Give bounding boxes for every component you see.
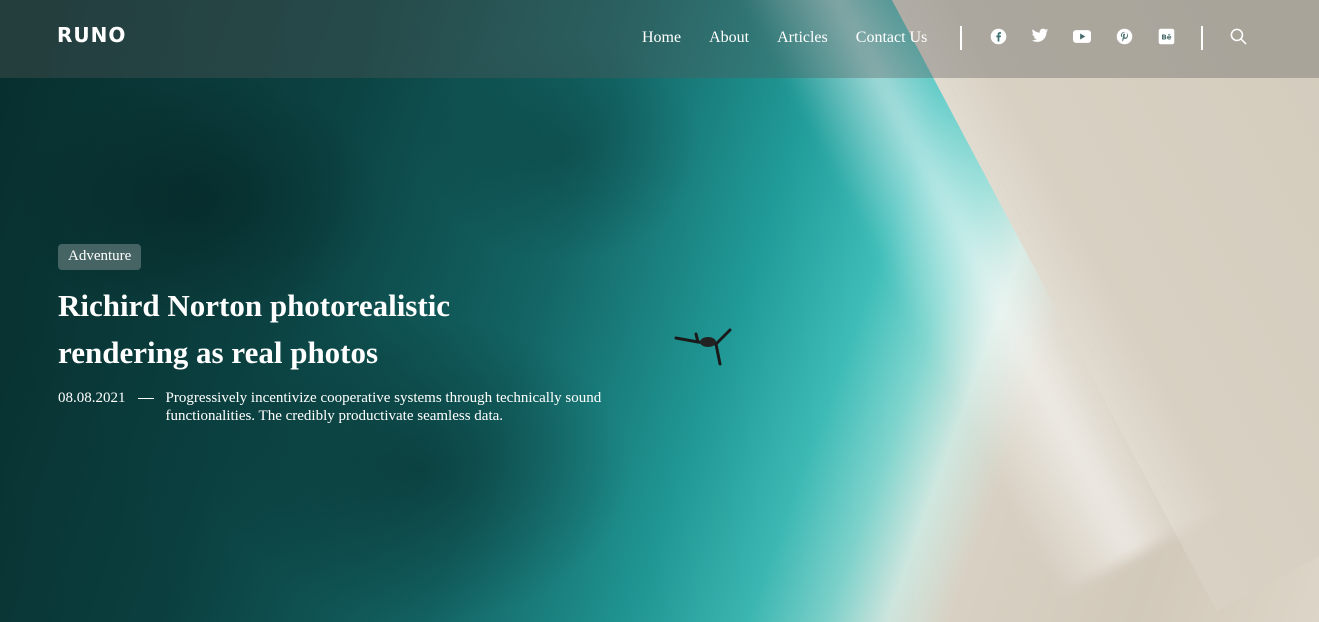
nav-articles[interactable]: Articles bbox=[777, 28, 828, 48]
pinterest-icon[interactable] bbox=[1115, 27, 1133, 45]
hero-title[interactable]: Richird Norton photorealistic rendering … bbox=[58, 282, 528, 376]
post-date: 08.08.2021 bbox=[58, 390, 126, 406]
behance-icon[interactable]: Bē bbox=[1157, 27, 1175, 45]
svg-text:Bē: Bē bbox=[1161, 32, 1171, 41]
social-links: Bē bbox=[989, 27, 1199, 45]
swimmer-figure bbox=[674, 328, 732, 366]
nav-contact-us[interactable]: Contact Us bbox=[856, 28, 928, 48]
nav-about[interactable]: About bbox=[709, 28, 749, 48]
facebook-icon[interactable] bbox=[989, 27, 1007, 45]
meta-dash bbox=[137, 398, 154, 399]
search-divider bbox=[1201, 26, 1203, 50]
search-icon[interactable] bbox=[1229, 27, 1249, 47]
twitter-icon[interactable] bbox=[1031, 27, 1049, 45]
youtube-icon[interactable] bbox=[1073, 27, 1091, 45]
nav-home[interactable]: Home bbox=[642, 28, 681, 48]
category-badge[interactable]: Adventure bbox=[58, 244, 142, 270]
nav-divider bbox=[960, 26, 962, 50]
post-excerpt: Progressively incentivize cooperative sy… bbox=[165, 390, 602, 424]
main-nav: Home About Articles Contact Us bbox=[642, 28, 955, 48]
post-meta: 08.08.2021 Progressively incentivize coo… bbox=[58, 389, 606, 425]
site-header: RUNO Home About Articles Contact Us Bē bbox=[0, 0, 1319, 78]
site-logo[interactable]: RUNO bbox=[57, 23, 126, 47]
